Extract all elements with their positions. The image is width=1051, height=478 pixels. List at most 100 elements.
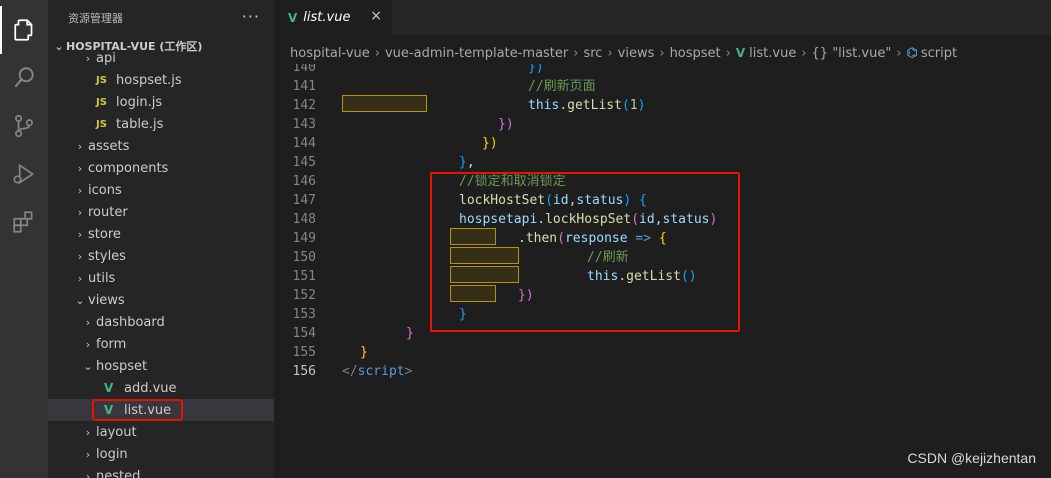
breadcrumb-item[interactable]: vue-admin-template-master bbox=[385, 46, 568, 61]
code-token: this bbox=[528, 98, 560, 113]
folder-item[interactable]: › layout bbox=[48, 421, 274, 443]
run-debug-icon[interactable] bbox=[0, 150, 48, 198]
chevron-right-icon: › bbox=[77, 271, 83, 285]
folder-item[interactable]: › assets bbox=[48, 135, 274, 157]
file-item[interactable]: Vadd.vue bbox=[48, 377, 274, 399]
code-token: 1 bbox=[629, 98, 638, 113]
breadcrumb-item[interactable]: views bbox=[618, 46, 655, 61]
line-number: 152 bbox=[292, 288, 316, 303]
chevron-down-icon: ⌄ bbox=[75, 293, 85, 307]
breadcrumb-item[interactable]: hospset bbox=[670, 46, 721, 61]
line-number: 151 bbox=[292, 269, 316, 284]
code-text: //刷新页面 bbox=[528, 77, 596, 96]
folder-item[interactable]: › dashboard bbox=[48, 311, 274, 333]
code-token: </ bbox=[342, 364, 358, 379]
code-token: } bbox=[459, 155, 467, 170]
code-token: //刷新页面 bbox=[528, 79, 596, 94]
js-file-icon: JS bbox=[96, 74, 107, 86]
chevron-right-icon: › bbox=[374, 45, 380, 61]
folder-item[interactable]: › icons bbox=[48, 179, 274, 201]
breadcrumb-item[interactable]: hospital-vue bbox=[290, 46, 370, 61]
code-token: }) bbox=[498, 117, 514, 132]
tree-item-label: form bbox=[96, 336, 127, 352]
file-item[interactable]: Vlist.vue bbox=[48, 399, 274, 421]
tree-item-label: login.js bbox=[116, 94, 163, 110]
folder-item[interactable]: › styles bbox=[48, 245, 274, 267]
chevron-right-icon: › bbox=[85, 337, 91, 351]
chevron-right-icon: › bbox=[77, 205, 83, 219]
breadcrumb-item[interactable]: list.vue bbox=[749, 46, 796, 61]
tab-list-vue[interactable]: V list.vue × bbox=[274, 0, 392, 35]
file-item[interactable]: JS hospset.js bbox=[48, 69, 274, 91]
search-icon[interactable] bbox=[0, 54, 48, 102]
more-actions-icon[interactable]: ··· bbox=[242, 7, 260, 26]
code-token: ) bbox=[637, 98, 646, 113]
close-icon[interactable]: × bbox=[370, 8, 382, 24]
file-item[interactable]: JS table.js bbox=[48, 113, 274, 135]
explorer-sidebar: 资源管理器 ··· ⌄ HOSPITAL-VUE (工作区) › api JS hos… bbox=[48, 0, 274, 478]
folder-item[interactable]: › nested bbox=[48, 465, 274, 478]
code-token: }) bbox=[482, 136, 498, 151]
code-text: }, bbox=[459, 153, 475, 172]
chevron-right-icon: › bbox=[725, 45, 731, 61]
chevron-right-icon: › bbox=[85, 315, 91, 329]
file-item[interactable]: JS login.js bbox=[48, 91, 274, 113]
tree-item-label: utils bbox=[88, 270, 116, 286]
code-text: } bbox=[360, 343, 368, 362]
chevron-right-icon: › bbox=[77, 139, 83, 153]
watermark: CSDN @kejizhentan bbox=[907, 450, 1036, 466]
folder-item[interactable]: › components bbox=[48, 157, 274, 179]
breadcrumb-item[interactable]: {} "list.vue" bbox=[812, 46, 892, 61]
folder-item[interactable]: ⌄ hospset bbox=[48, 355, 274, 377]
line-number: 146 bbox=[292, 174, 316, 189]
code-token: } bbox=[360, 345, 368, 360]
chevron-right-icon: › bbox=[573, 45, 579, 61]
js-file-icon: JS bbox=[96, 96, 107, 108]
chevron-right-icon: › bbox=[607, 45, 613, 61]
code-editor[interactable]: 140}) 141 //刷新页面 142 this.getList(1) 143}) 144… bbox=[274, 64, 1051, 478]
chevron-right-icon: › bbox=[85, 425, 91, 439]
line-number: 153 bbox=[292, 307, 316, 322]
breadcrumb-item[interactable]: script bbox=[921, 46, 957, 61]
breadcrumb-item[interactable]: src bbox=[583, 46, 602, 61]
tree-item-label: assets bbox=[88, 138, 130, 154]
tree-item-label: views bbox=[88, 292, 125, 308]
tree-item-label: hospset bbox=[96, 358, 148, 374]
folder-item[interactable]: › store bbox=[48, 223, 274, 245]
code-text: }) bbox=[498, 115, 514, 134]
sidebar-title-text: 资源管理器 bbox=[68, 11, 123, 25]
chevron-right-icon: › bbox=[659, 45, 665, 61]
explorer-icon[interactable] bbox=[0, 6, 48, 54]
folder-item[interactable]: › form bbox=[48, 333, 274, 355]
chevron-right-icon: › bbox=[801, 45, 807, 61]
line-number: 154 bbox=[292, 326, 316, 341]
extensions-icon[interactable] bbox=[0, 198, 48, 246]
folder-item[interactable]: › utils bbox=[48, 267, 274, 289]
folder-item[interactable]: › login bbox=[48, 443, 274, 465]
chevron-right-icon: › bbox=[77, 183, 83, 197]
chevron-down-icon: ⌄ bbox=[83, 359, 93, 373]
folder-item[interactable]: › router bbox=[48, 201, 274, 223]
vue-file-icon: V bbox=[288, 10, 298, 25]
activity-bar bbox=[0, 0, 48, 478]
source-control-icon[interactable] bbox=[0, 102, 48, 150]
code-token: } bbox=[406, 326, 414, 341]
code-token: . bbox=[559, 98, 568, 113]
code-text: this.getList(1) bbox=[528, 96, 645, 115]
line-number: 143 bbox=[292, 117, 316, 132]
line-number: 150 bbox=[292, 250, 316, 265]
tree-item-label: hospset.js bbox=[116, 72, 182, 88]
code-token: getList bbox=[567, 98, 622, 113]
code-token: , bbox=[466, 155, 475, 170]
tree-item-label: layout bbox=[96, 424, 137, 440]
chevron-right-icon: › bbox=[85, 51, 91, 65]
file-tree: › api JS hospset.js JS login.js JS table.js › ass… bbox=[48, 47, 274, 478]
tree-item-label: styles bbox=[88, 248, 126, 264]
chevron-right-icon: › bbox=[85, 447, 91, 461]
line-number: 145 bbox=[292, 155, 316, 170]
code-token: > bbox=[404, 364, 413, 379]
folder-item[interactable]: › api bbox=[48, 47, 274, 69]
code-token: }) bbox=[528, 64, 544, 75]
tree-item-label: components bbox=[88, 160, 169, 176]
folder-item[interactable]: ⌄ views bbox=[48, 289, 274, 311]
